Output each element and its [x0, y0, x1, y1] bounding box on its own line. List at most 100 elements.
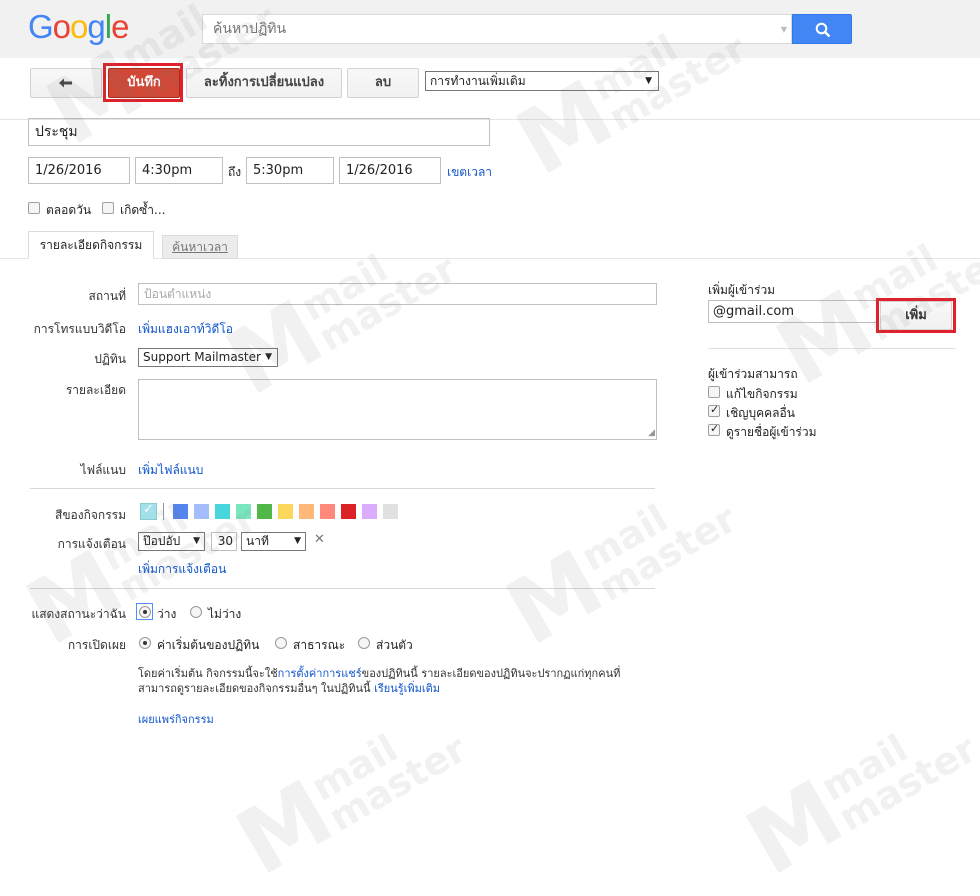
end-time-input[interactable]: 5:30pm: [246, 157, 334, 184]
save-button[interactable]: บันทึก: [108, 68, 180, 98]
visibility-private-label: ส่วนตัว: [376, 638, 413, 652]
learn-more-link[interactable]: เรียนรู้เพิ่มเติม: [374, 682, 440, 695]
calendar-select-value: Support Mailmaster: [143, 350, 261, 364]
watermark-logo: Mmailmaster: [489, 496, 744, 666]
google-logo[interactable]: Google: [28, 8, 129, 46]
start-time-input[interactable]: 4:30pm: [135, 157, 223, 184]
tab-event-details[interactable]: รายละเอียดกิจกรรม: [28, 231, 154, 259]
reminder-unit-select[interactable]: นาที ▼: [241, 532, 306, 551]
color-swatch[interactable]: [257, 504, 272, 519]
reminder-type-select[interactable]: ป๊อปอัป ▼: [138, 532, 205, 551]
color-swatch[interactable]: [320, 504, 335, 519]
perm-modify-label: แก้ไขกิจกรรม: [726, 387, 798, 401]
visibility-default-radio[interactable]: [139, 637, 151, 649]
description-label: รายละเอียด: [65, 383, 126, 397]
back-arrow-icon: [59, 78, 72, 88]
visibility-label: การเปิดเผย: [67, 638, 126, 652]
color-swatch[interactable]: [299, 504, 314, 519]
perm-see-list-label: ดูรายชื่อผู้เข้าร่วม: [726, 425, 817, 439]
end-date-input[interactable]: 1/26/2016: [339, 157, 441, 184]
color-swatch[interactable]: [173, 504, 188, 519]
more-actions-label: การทำงานเพิ่มเติม: [430, 74, 526, 88]
guests-divider: [708, 348, 956, 349]
timezone-link[interactable]: เขตเวลา: [447, 163, 492, 182]
watermark-logo: Mmailmaster: [730, 695, 980, 896]
reminder-unit-value: นาที: [246, 534, 269, 548]
event-color-label: สีของกิจกรรม: [55, 508, 126, 522]
delete-button[interactable]: ลบ: [347, 68, 419, 98]
repeat-checkbox[interactable]: [102, 202, 114, 214]
video-call-label: การโทรแบบวิดีโอ: [33, 322, 126, 336]
visibility-default-label: ค่าเริ่มต้นของปฏิทิน: [157, 638, 260, 652]
logo-letter: g: [87, 8, 105, 45]
watermark-logo: Mmailmaster: [209, 246, 464, 416]
section-divider: [30, 488, 655, 489]
color-swatch[interactable]: [236, 504, 251, 519]
publish-event-link[interactable]: เผยแพร่กิจกรรม: [138, 710, 214, 728]
color-swatch-selected[interactable]: [140, 502, 157, 520]
add-guest-button[interactable]: เพิ่ม: [880, 301, 952, 330]
search-input[interactable]: [203, 15, 773, 43]
location-input[interactable]: ป้อนตำแหน่ง: [138, 283, 657, 305]
discard-changes-button[interactable]: ละทิ้งการเปลี่ยนแปลง: [186, 68, 342, 98]
all-day-checkbox[interactable]: [28, 202, 40, 214]
all-day-label: ตลอดวัน: [46, 203, 92, 217]
reminder-minutes-input[interactable]: 30: [211, 532, 237, 551]
color-swatch[interactable]: [194, 504, 209, 519]
toolbar: บันทึก ละทิ้งการเปลี่ยนแปลง ลบ การทำงานเ…: [0, 58, 980, 120]
privacy-note-text-1: โดยค่าเริ่มต้น กิจกรรมนี้จะใช้: [138, 667, 278, 680]
visibility-public-radio[interactable]: [275, 637, 287, 649]
color-swatch[interactable]: [341, 504, 356, 519]
back-button[interactable]: [30, 68, 102, 98]
add-attachment-link[interactable]: เพิ่มไฟล์แนบ: [138, 461, 203, 480]
header-bar: Google ▼: [0, 0, 980, 58]
busy-radio[interactable]: [190, 606, 202, 618]
tab-find-time[interactable]: ค้นหาเวลา: [162, 235, 238, 259]
color-swatch[interactable]: [215, 504, 230, 519]
logo-letter: e: [111, 8, 129, 45]
guest-email-input[interactable]: @gmail.com: [708, 300, 878, 323]
show-as-label: แสดงสถานะว่าฉัน: [31, 607, 126, 621]
watermark-line2: master: [591, 496, 744, 610]
color-swatch[interactable]: [278, 504, 293, 519]
reminder-label: การแจ้งเตือน: [57, 537, 126, 551]
more-actions-select[interactable]: การทำงานเพิ่มเติม ▼: [425, 71, 659, 91]
swatch-separator: [163, 503, 164, 520]
visibility-private-radio[interactable]: [358, 637, 370, 649]
perm-see-list-checkbox[interactable]: [708, 422, 720, 436]
repeat-label: เกิดซ้ำ...: [120, 203, 166, 217]
search-button[interactable]: [792, 14, 852, 44]
calendar-label: ปฏิทิน: [94, 352, 126, 366]
description-textarea[interactable]: ◢: [138, 379, 657, 440]
privacy-note: โดยค่าเริ่มต้น กิจกรรมนี้จะใช้การตั้งค่า…: [138, 666, 658, 696]
perm-invite-checkbox[interactable]: [708, 403, 720, 417]
chevron-down-icon: ▼: [645, 76, 652, 86]
watermark-line1: mail: [304, 726, 406, 810]
search-box[interactable]: ▼: [202, 14, 792, 44]
watermark-line2: master: [321, 726, 474, 840]
add-reminder-link[interactable]: เพิ่มการแจ้งเตือน: [138, 560, 226, 579]
close-icon[interactable]: ✕: [314, 532, 325, 547]
to-label: ถึง: [228, 165, 242, 179]
add-guests-title: เพิ่มผู้เข้าร่วม: [708, 283, 776, 297]
location-label: สถานที่: [88, 289, 126, 303]
chevron-down-icon: ▼: [193, 536, 200, 546]
color-swatch[interactable]: [383, 504, 398, 519]
attachment-label: ไฟล์แนบ: [80, 463, 126, 477]
section-divider: [30, 588, 655, 589]
logo-letter: o: [70, 8, 88, 45]
search-dropdown-icon[interactable]: ▼: [781, 25, 787, 34]
add-video-call-link[interactable]: เพิ่มแฮงเอาท์วิดีโอ: [138, 320, 233, 339]
event-title-input[interactable]: ประชุม: [28, 118, 490, 146]
calendar-select[interactable]: Support Mailmaster ▼: [138, 348, 278, 367]
start-date-input[interactable]: 1/26/2016: [28, 157, 130, 184]
visibility-public-label: สาธารณะ: [293, 638, 346, 652]
color-swatch[interactable]: [362, 504, 377, 519]
available-radio[interactable]: [139, 606, 151, 618]
sharing-settings-link[interactable]: การตั้งค่าการแชร์: [278, 667, 362, 680]
guest-permissions-title: ผู้เข้าร่วมสามารถ: [708, 367, 798, 381]
search-icon: [815, 22, 831, 38]
perm-modify-checkbox[interactable]: [708, 386, 720, 398]
resize-grip-icon[interactable]: ◢: [648, 428, 655, 438]
watermark-logo: Mmailmaster: [219, 726, 474, 896]
